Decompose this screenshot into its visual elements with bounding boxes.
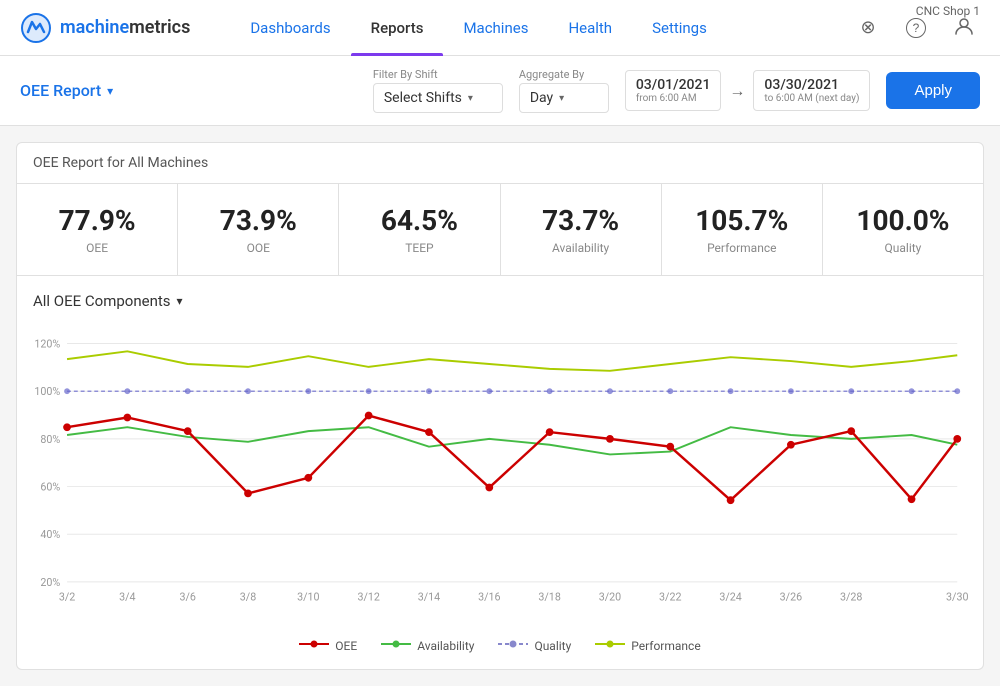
svg-text:3/4: 3/4 xyxy=(119,590,135,603)
chart-legend: OEE Availability Quality Performance xyxy=(33,638,967,653)
logo-area: machinemetrics xyxy=(20,12,190,44)
legend-icon-quality xyxy=(498,638,528,653)
stat-value: 77.9% xyxy=(33,204,161,237)
stat-value: 64.5% xyxy=(355,204,483,237)
svg-text:3/18: 3/18 xyxy=(538,590,560,603)
svg-text:60%: 60% xyxy=(40,480,60,493)
user-icon xyxy=(953,15,975,40)
legend-label: Availability xyxy=(417,639,474,653)
legend-item-oee: OEE xyxy=(299,638,357,653)
workspace-label: CNC Shop 1 xyxy=(916,4,980,18)
filter-by-shift-label: Filter By Shift xyxy=(373,68,438,81)
stat-card-ooe: 73.9% OOE xyxy=(178,184,339,275)
svg-text:3/20: 3/20 xyxy=(599,590,621,603)
nav-settings[interactable]: Settings xyxy=(632,1,727,55)
section-title: OEE Report for All Machines xyxy=(16,142,984,184)
svg-text:3/2: 3/2 xyxy=(59,590,75,603)
date-from-input[interactable]: 03/01/2021 from 6:00 AM xyxy=(625,70,722,111)
svg-text:3/22: 3/22 xyxy=(659,590,681,603)
stat-label: Performance xyxy=(678,241,806,255)
svg-text:3/12: 3/12 xyxy=(357,590,379,603)
main-content: OEE Report for All Machines 77.9% OEE 73.9… xyxy=(0,126,1000,686)
nav-dashboards[interactable]: Dashboards xyxy=(230,1,350,55)
legend-item-performance: Performance xyxy=(595,638,700,653)
svg-text:80%: 80% xyxy=(40,433,60,446)
app-container: CNC Shop 1 machinemetrics Dashboards Rep… xyxy=(0,0,1000,686)
legend-item-availability: Availability xyxy=(381,638,474,653)
svg-text:3/24: 3/24 xyxy=(719,590,741,603)
top-nav: CNC Shop 1 machinemetrics Dashboards Rep… xyxy=(0,0,1000,56)
aggregate-by-label: Aggregate By xyxy=(519,68,584,81)
stat-label: OOE xyxy=(194,241,322,255)
stat-label: OEE xyxy=(33,241,161,255)
legend-item-quality: Quality xyxy=(498,638,571,653)
nav-machines[interactable]: Machines xyxy=(443,1,548,55)
settings-icon: ⊗ xyxy=(860,17,875,38)
stat-label: Quality xyxy=(839,241,967,255)
legend-label: Performance xyxy=(631,639,700,653)
chart-section: All OEE Components ▾ 120% 100% 80% 60% 4… xyxy=(16,276,984,670)
svg-text:40%: 40% xyxy=(40,528,60,541)
svg-text:100%: 100% xyxy=(34,385,60,398)
legend-icon-availability xyxy=(381,638,411,653)
shift-select-caret: ▾ xyxy=(468,93,473,104)
date-to-sub: to 6:00 AM (next day) xyxy=(764,93,859,104)
help-icon: ? xyxy=(906,18,926,38)
svg-text:120%: 120% xyxy=(34,337,60,350)
legend-label: Quality xyxy=(534,639,571,653)
svg-text:20%: 20% xyxy=(40,576,60,589)
date-to-group: 03/30/2021 to 6:00 AM (next day) xyxy=(753,70,870,111)
stat-value: 105.7% xyxy=(678,204,806,237)
svg-text:3/10: 3/10 xyxy=(297,590,319,603)
report-title-caret: ▾ xyxy=(107,84,113,98)
filter-by-shift-group: Filter By Shift Select Shifts ▾ xyxy=(373,68,503,113)
stat-card-performance: 105.7% Performance xyxy=(662,184,823,275)
apply-button[interactable]: Apply xyxy=(886,72,980,109)
date-from-group: 03/01/2021 from 6:00 AM xyxy=(625,70,722,111)
chart-container: 120% 100% 80% 60% 40% 20% xyxy=(33,326,967,626)
filter-by-shift-select[interactable]: Select Shifts ▾ xyxy=(373,83,503,113)
svg-text:3/30: 3/30 xyxy=(946,590,968,603)
chart-header[interactable]: All OEE Components ▾ xyxy=(33,292,967,310)
stat-label: TEEP xyxy=(355,241,483,255)
date-from-sub: from 6:00 AM xyxy=(636,93,711,104)
stat-value: 100.0% xyxy=(839,204,967,237)
stat-card-oee: 77.9% OEE xyxy=(17,184,178,275)
logo-icon xyxy=(20,12,52,44)
nav-health[interactable]: Health xyxy=(548,1,632,55)
nav-reports[interactable]: Reports xyxy=(351,1,444,55)
svg-text:3/14: 3/14 xyxy=(418,590,440,603)
stats-row: 77.9% OEE 73.9% OOE 64.5% TEEP 73.7% Availabili… xyxy=(16,184,984,276)
chart-header-caret: ▾ xyxy=(177,294,183,308)
stat-value: 73.9% xyxy=(194,204,322,237)
agg-select-caret: ▾ xyxy=(559,93,564,104)
legend-label: OEE xyxy=(335,639,357,653)
date-range: 03/01/2021 from 6:00 AM → 03/30/2021 to … xyxy=(625,70,871,111)
stat-card-teep: 64.5% TEEP xyxy=(339,184,500,275)
logo-text: machinemetrics xyxy=(60,17,190,38)
settings-icon-btn[interactable]: ⊗ xyxy=(852,12,884,44)
report-title[interactable]: OEE Report ▾ xyxy=(20,81,113,100)
svg-text:3/16: 3/16 xyxy=(478,590,500,603)
stat-value: 73.7% xyxy=(517,204,645,237)
date-to-input[interactable]: 03/30/2021 to 6:00 AM (next day) xyxy=(753,70,870,111)
chart-svg: 120% 100% 80% 60% 40% 20% xyxy=(33,326,967,616)
aggregate-by-select[interactable]: Day ▾ xyxy=(519,83,609,113)
aggregate-by-group: Aggregate By Day ▾ xyxy=(519,68,609,113)
stat-label: Availability xyxy=(517,241,645,255)
main-nav: Dashboards Reports Machines Health Setti… xyxy=(230,1,852,55)
stat-card-quality: 100.0% Quality xyxy=(823,184,983,275)
svg-text:3/26: 3/26 xyxy=(780,590,802,603)
legend-icon-performance xyxy=(595,638,625,653)
svg-text:3/8: 3/8 xyxy=(240,590,256,603)
svg-text:3/6: 3/6 xyxy=(179,590,195,603)
stat-card-availability: 73.7% Availability xyxy=(501,184,662,275)
svg-text:3/28: 3/28 xyxy=(840,590,862,603)
filter-bar: OEE Report ▾ Filter By Shift Select Shif… xyxy=(0,56,1000,126)
legend-icon-oee xyxy=(299,638,329,653)
date-arrow-icon: → xyxy=(729,81,745,101)
